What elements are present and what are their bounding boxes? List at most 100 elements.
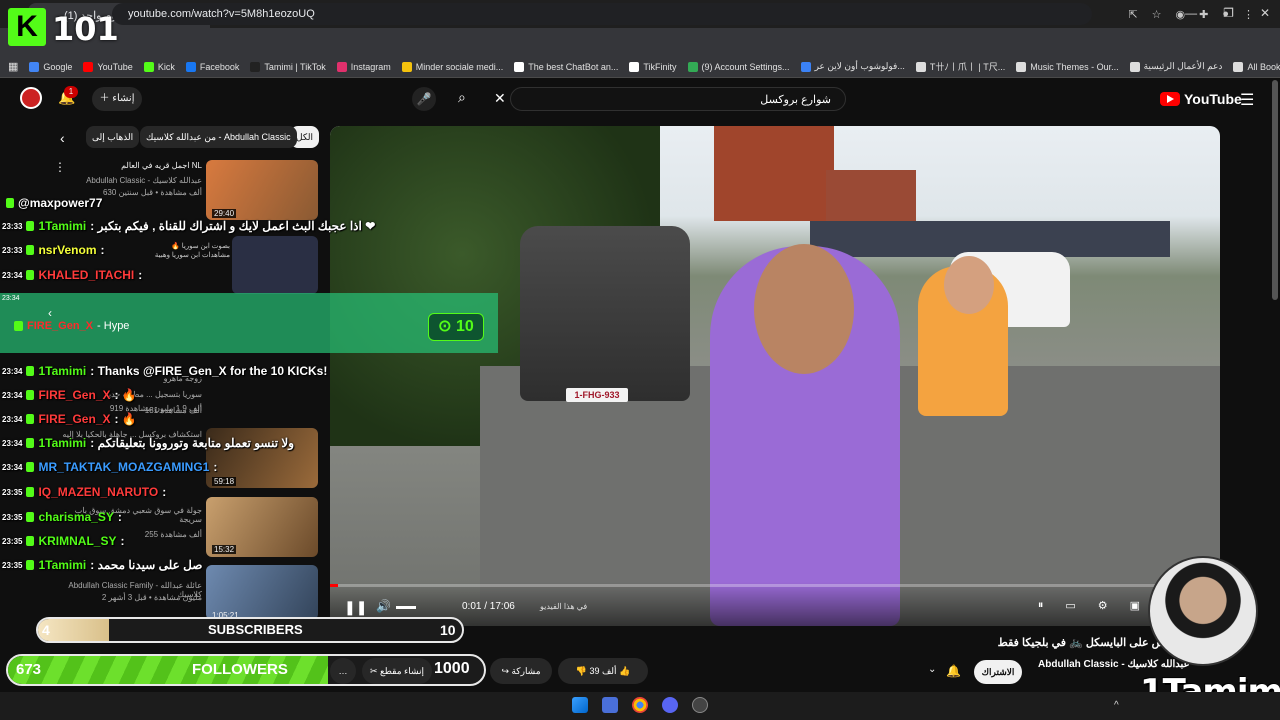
chat-username[interactable]: nsrVenom xyxy=(38,243,96,257)
app-icon[interactable] xyxy=(692,697,708,713)
video-player[interactable]: 1-FHG-933 ❚❚ 🔊 0:01 / 17:06 في هذا الفيد… xyxy=(330,126,1220,626)
rec-title-1[interactable]: اجمل قريه في العالم NL xyxy=(60,160,202,171)
kick-101-logo: K 101 xyxy=(8,8,119,48)
extension-icon[interactable]: ◉ xyxy=(1176,8,1186,21)
tray-chevron-icon[interactable]: ^ xyxy=(1114,700,1119,711)
bookmark-item[interactable]: The best ChatBot an... xyxy=(514,61,618,72)
address-bar-row xyxy=(0,28,1280,56)
pause-icon[interactable]: ❚❚ xyxy=(344,599,367,616)
progress-bar[interactable] xyxy=(330,584,1220,587)
video-scene-house-2 xyxy=(826,170,916,222)
miniplayer-icon[interactable]: ▣ xyxy=(1130,599,1140,612)
bookmark-item[interactable]: Google xyxy=(29,61,72,72)
bookmark-item[interactable]: Kick xyxy=(143,61,175,72)
avatar[interactable] xyxy=(20,87,42,109)
chip-channel[interactable]: من عبدالله كلاسيك - Abdullah Classic xyxy=(140,126,297,148)
rec-channel-1[interactable]: Abdullah Classic - عبدالله كلاسيك xyxy=(60,176,202,185)
captions-icon[interactable]: ▭ xyxy=(1065,599,1075,612)
chat-username[interactable]: 1Tamimi xyxy=(38,219,86,233)
chat-username[interactable]: FIRE_Gen_X xyxy=(38,412,110,426)
chat-message: 23:33 nsrVenom: xyxy=(2,240,105,260)
menu-icon[interactable]: ☰ xyxy=(1240,90,1254,110)
rec-thumbnail-2[interactable] xyxy=(232,236,318,294)
subscribe-button[interactable]: الاشتراك xyxy=(974,660,1022,684)
bookmark-item[interactable]: Music Themes - Our... xyxy=(1016,61,1119,72)
volume-slider[interactable] xyxy=(396,606,416,609)
chat-username[interactable]: charisma_SY xyxy=(38,510,113,524)
autoplay-icon[interactable]: ⏸ xyxy=(1038,599,1044,612)
clip-button[interactable]: ✂ إنشاء مقطع xyxy=(362,658,432,684)
apps-grid-icon[interactable]: ▦ xyxy=(8,60,18,73)
bookmark-label: YouTube xyxy=(97,61,133,72)
notification-bell-icon[interactable]: 🔔 xyxy=(946,664,961,678)
youtube-logo[interactable]: YouTube xyxy=(1160,91,1242,107)
more-actions-button[interactable]: … xyxy=(330,658,356,684)
like-dislike-group: 👎 39 ألف 👍 xyxy=(558,658,648,684)
bookmark-favicon-icon xyxy=(143,61,154,72)
bookmark-item[interactable]: All Bookmarks xyxy=(1233,61,1280,72)
chapter-label[interactable]: في هذا الفيديو xyxy=(540,602,587,611)
windows-start-icon[interactable] xyxy=(572,697,588,713)
kick-badge-icon xyxy=(26,270,35,280)
kick-logo-number: 101 xyxy=(52,10,119,48)
bookmark-item[interactable]: Tamimi | TikTok xyxy=(250,61,326,72)
bookmark-label: فولوشوب أون لاين عر... xyxy=(814,61,905,71)
volume-icon[interactable]: 🔊 xyxy=(376,599,391,613)
chat-timestamp: 23:35 xyxy=(2,560,23,570)
kebab-menu-icon[interactable]: ⋮ xyxy=(54,160,66,174)
url-field[interactable]: youtube.com/watch?v=5M8h1eozoUQ xyxy=(112,3,1092,25)
chrome-icon[interactable] xyxy=(632,697,648,713)
chat-text: : صل على سيدنا محمد xyxy=(90,558,203,572)
chevron-down-icon[interactable]: ⌄ xyxy=(928,664,936,675)
kick-coin-icon: ⊙ xyxy=(438,318,457,335)
clear-search-icon[interactable]: ✕ xyxy=(494,90,506,107)
star-icon[interactable]: ☆ xyxy=(1152,8,1162,21)
profile-icon[interactable]: ● xyxy=(1222,8,1229,21)
chip-go-to[interactable]: الذهاب إلى xyxy=(86,126,140,148)
create-button[interactable]: ＋ إنشاء xyxy=(92,87,142,111)
bookmark-item[interactable]: Facebook xyxy=(185,61,239,72)
search-input[interactable]: شوارع بروكسل xyxy=(510,87,846,111)
bookmark-item[interactable]: (9) Account Settings... xyxy=(687,61,790,72)
install-icon[interactable]: ⇱ xyxy=(1128,8,1137,21)
kick-badge-icon xyxy=(26,438,35,448)
puzzle-icon[interactable]: ✚ xyxy=(1199,8,1208,21)
kick-badge-icon xyxy=(26,512,35,522)
chat-username[interactable]: 1Tamimi xyxy=(38,436,86,450)
chat-username[interactable]: MR_TAKTAK_MOAZGAMING1 xyxy=(38,460,209,474)
channel-name[interactable]: Abdullah Classic - عبدالله كلاسيك xyxy=(1038,659,1190,670)
discord-icon[interactable] xyxy=(662,697,678,713)
bookmark-item[interactable]: Instagram xyxy=(336,61,391,72)
toolbar-icons: ⇱ ☆ ◉ ✚ ● ⋮ xyxy=(1128,8,1254,21)
like-icon[interactable]: 👍 xyxy=(619,666,630,676)
chat-text: : xyxy=(120,534,125,548)
bookmark-item[interactable]: T卄ﾉ丨爪丨 | T尺... xyxy=(915,60,1005,73)
scrollbar[interactable] xyxy=(1272,80,1278,300)
plus-icon: ＋ xyxy=(99,93,113,104)
kebab-menu-icon[interactable]: ⋮ xyxy=(1243,8,1254,21)
license-plate: 1-FHG-933 xyxy=(566,388,628,402)
dislike-icon[interactable]: 👎 xyxy=(576,666,590,676)
file-explorer-icon[interactable] xyxy=(602,697,618,713)
share-button[interactable]: ↪ مشاركة xyxy=(490,658,552,684)
close-window-icon[interactable]: ✕ xyxy=(1260,6,1270,20)
search-icon[interactable]: ⌕ xyxy=(458,89,466,106)
chat-username[interactable]: KHALED_ITACHI xyxy=(38,268,134,282)
bookmark-item[interactable]: فولوشوب أون لاين عر... xyxy=(800,61,905,72)
chat-username[interactable]: IQ_MAZEN_NARUTO xyxy=(38,485,158,499)
settings-gear-icon[interactable]: ⚙ xyxy=(1098,599,1108,612)
chat-username[interactable]: FIRE_Gen_X xyxy=(38,388,110,402)
chat-username[interactable]: 1Tamimi xyxy=(38,558,86,572)
bookmark-item[interactable]: دعم الأعمال الرئيسية xyxy=(1129,61,1222,72)
chat-username[interactable]: @maxpower77 xyxy=(18,196,102,210)
chat-username[interactable]: KRIMNAL_SY xyxy=(38,534,116,548)
bookmark-item[interactable]: Minder sociale medi... xyxy=(401,61,503,72)
bookmark-item[interactable]: TikFinity xyxy=(629,61,677,72)
followers-label: FOLLOWERS xyxy=(192,661,288,678)
chevron-left-icon[interactable]: ‹ xyxy=(60,130,65,146)
like-count: 39 ألف xyxy=(589,666,617,676)
bookmark-item[interactable]: YouTube xyxy=(83,61,133,72)
chat-username[interactable]: 1Tamimi xyxy=(38,364,86,378)
mic-icon[interactable]: 🎤 xyxy=(412,87,436,111)
bookmark-label: Kick xyxy=(157,61,175,72)
